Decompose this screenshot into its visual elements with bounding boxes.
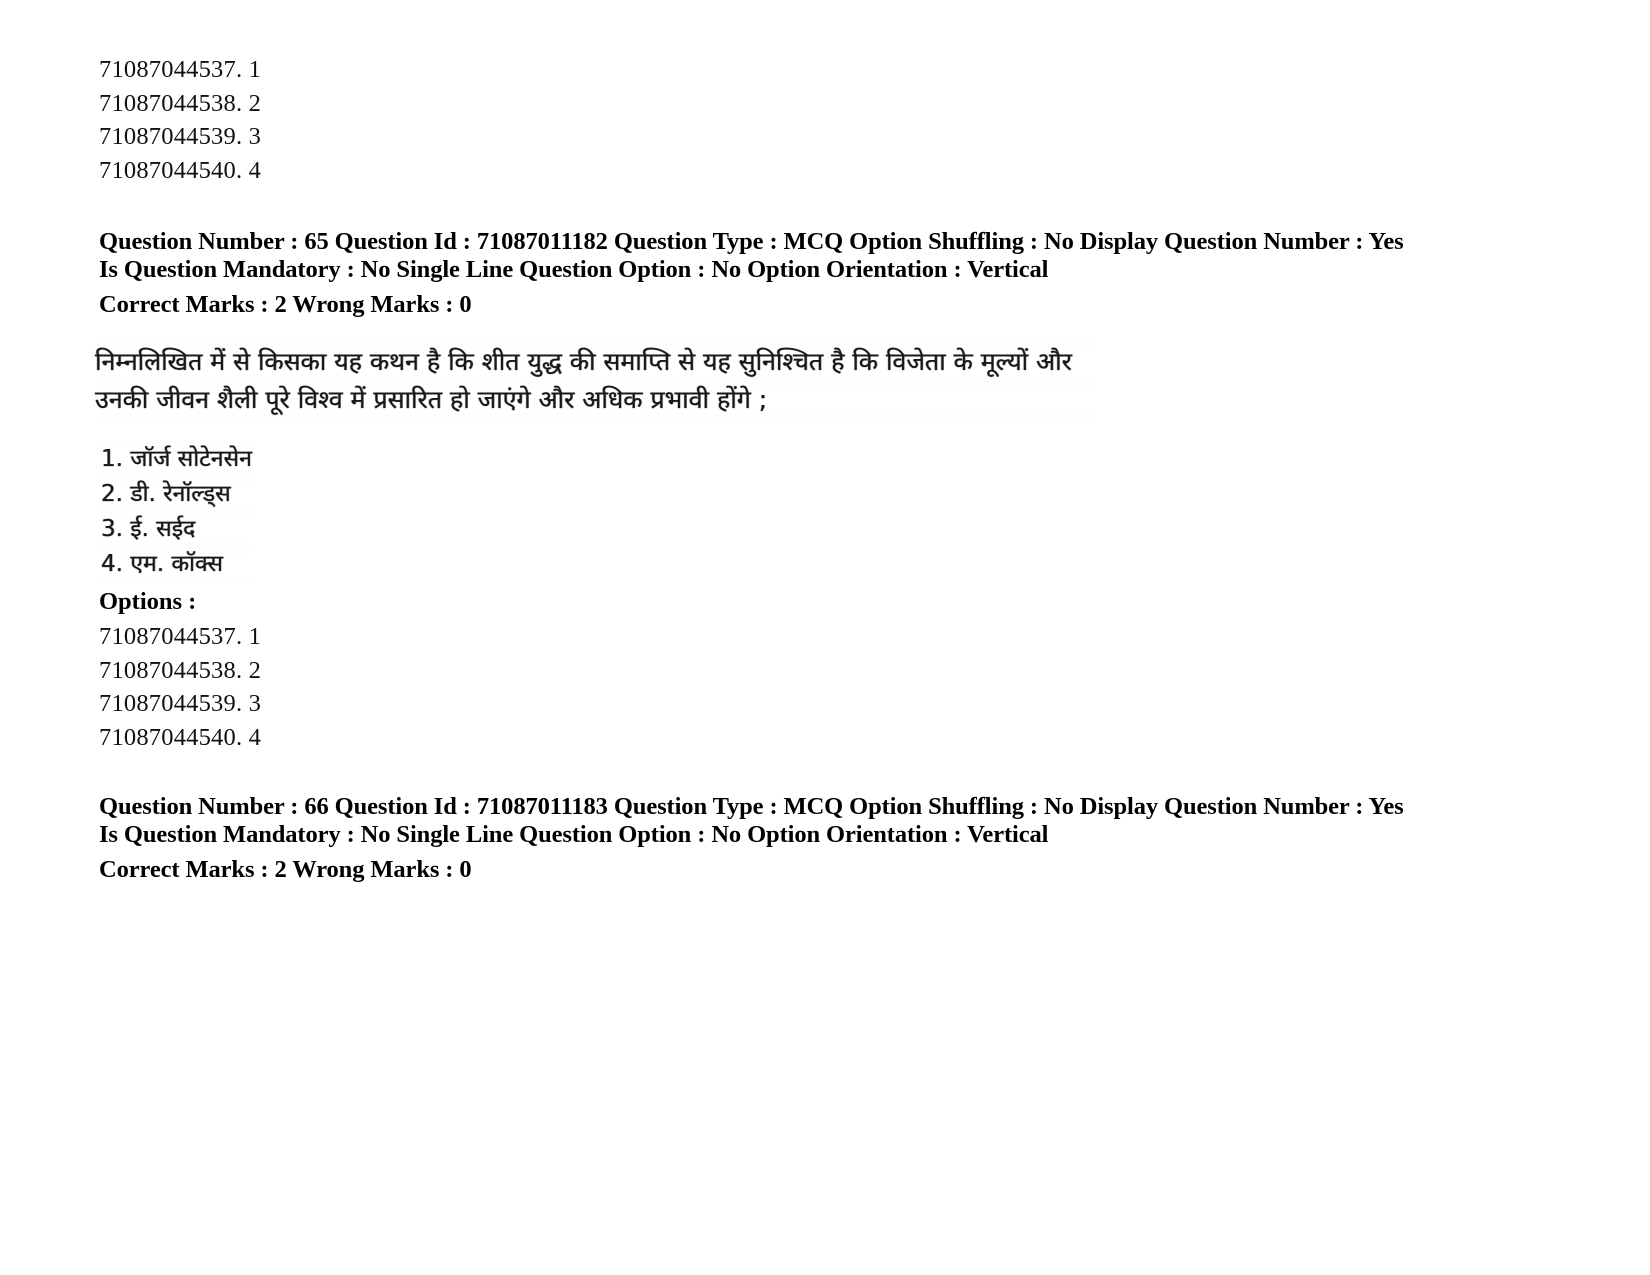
previous-question-option-id-list: 71087044537. 1 71087044538. 2 7108704453… (99, 53, 261, 187)
question-65-choice-2[interactable]: 2. डी. रेनॉल्ड्स (101, 477, 252, 512)
option-id-row: 71087044540. 4 (99, 723, 262, 751)
question-65-meta-line: Question Number : 65 Question Id : 71087… (99, 228, 1410, 283)
question-65-choice-3[interactable]: 3. ई. सईद (101, 512, 252, 547)
question-66-meta-line: Question Number : 66 Question Id : 71087… (99, 793, 1410, 848)
option-id-row: 71087044538. 2 (99, 89, 262, 117)
option-id-row: 71087044540. 4 (99, 156, 262, 184)
question-65-body-line: उनकी जीवन शैली पूरे विश्व में प्रसारित ह… (95, 381, 1095, 419)
option-id-row: 71087044539. 3 (99, 123, 262, 150)
question-65-body-text: निम्नलिखित में से किसका यह कथन है कि शीत… (95, 343, 1095, 419)
question-66-metadata: Question Number : 66 Question Id : 71087… (99, 793, 1419, 884)
option-id-row: 71087044538. 2 (99, 656, 262, 684)
question-65-option-id-list: 71087044537. 1 71087044538. 2 7108704453… (99, 620, 261, 754)
options-label: Options : (99, 588, 197, 615)
document-page: 71087044537. 1 71087044538. 2 7108704453… (0, 0, 1650, 1275)
question-65-choice-list: 1. जॉर्ज सोटेनसेन 2. डी. रेनॉल्ड्स 3. ई.… (101, 442, 252, 582)
question-65-metadata: Question Number : 65 Question Id : 71087… (99, 228, 1419, 319)
option-id-row: 71087044537. 1 (99, 623, 262, 650)
option-id-row: 71087044537. 1 (99, 56, 262, 83)
question-65-marks-line: Correct Marks : 2 Wrong Marks : 0 (99, 291, 472, 318)
question-65-choice-4[interactable]: 4. एम. कॉक्स (101, 547, 252, 582)
question-65-choice-1[interactable]: 1. जॉर्ज सोटेनसेन (101, 442, 252, 477)
question-65-body-line: निम्नलिखित में से किसका यह कथन है कि शीत… (95, 343, 1095, 381)
question-66-marks-line: Correct Marks : 2 Wrong Marks : 0 (99, 856, 472, 883)
option-id-row: 71087044539. 3 (99, 690, 262, 717)
